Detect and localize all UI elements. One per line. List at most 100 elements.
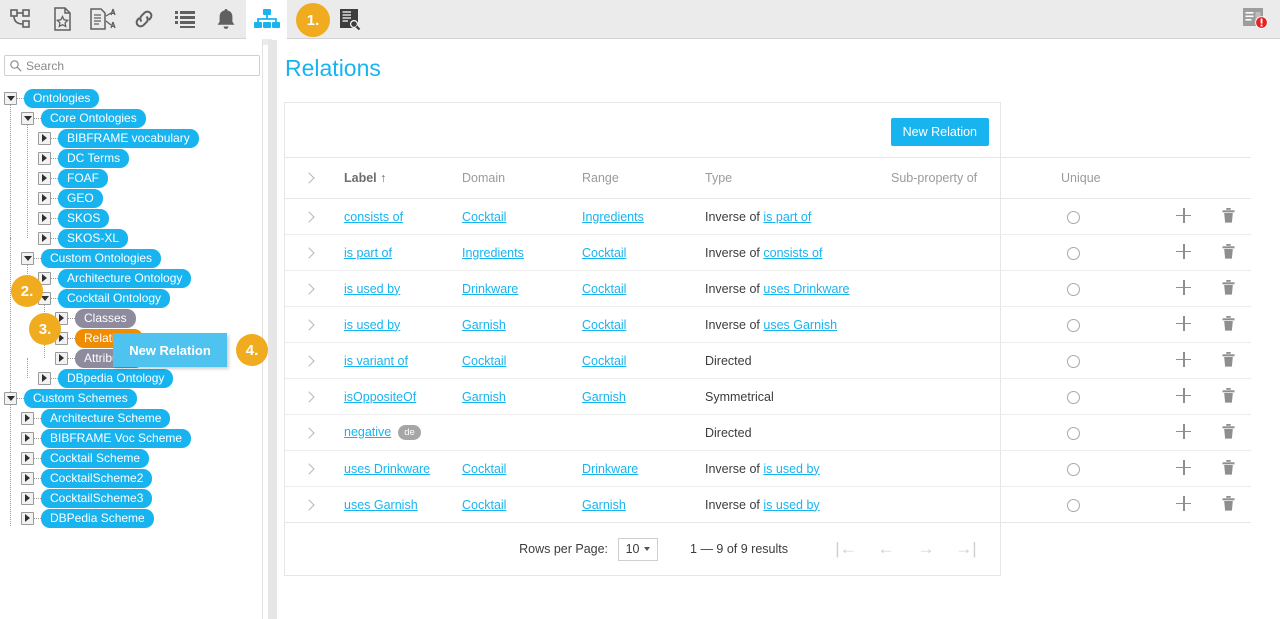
tree-item-cocktailscheme3[interactable]: CocktailScheme3 — [0, 488, 263, 508]
add-icon[interactable] — [1176, 280, 1191, 295]
chevron-right-icon[interactable] — [303, 391, 314, 402]
table-row[interactable]: uses DrinkwareCocktailDrinkwareInverse o… — [285, 451, 1251, 487]
row-expand-cell[interactable] — [285, 343, 332, 379]
tree-item-bibframe-voc-scheme[interactable]: BIBFRAME Voc Scheme — [0, 428, 263, 448]
table-row[interactable]: is part ofIngredientsCocktailInverse of … — [285, 235, 1251, 271]
first-page-button[interactable]: |← — [826, 539, 866, 559]
expand-twisty-icon[interactable] — [21, 412, 34, 425]
row-expand-cell[interactable] — [285, 415, 332, 451]
column-domain[interactable]: Domain — [462, 158, 582, 199]
chevron-right-icon[interactable] — [303, 499, 314, 510]
column-label[interactable]: Label ↑ — [332, 158, 462, 199]
tree-item-architecture-scheme[interactable]: Architecture Scheme — [0, 408, 263, 428]
chevron-right-icon[interactable] — [303, 463, 314, 474]
relation-label-link[interactable]: is variant of — [344, 354, 408, 368]
document-translate-icon-button[interactable] — [82, 0, 123, 39]
expand-twisty-icon[interactable] — [38, 372, 51, 385]
chevron-right-icon[interactable] — [303, 247, 314, 258]
add-icon[interactable] — [1176, 388, 1191, 403]
server-search-icon-button[interactable] — [328, 0, 369, 39]
domain-link[interactable]: Ingredients — [462, 246, 524, 260]
document-star-icon-button[interactable] — [41, 0, 82, 39]
trash-icon[interactable] — [1222, 388, 1235, 403]
trash-icon[interactable] — [1222, 496, 1235, 511]
relation-label-link[interactable]: is used by — [344, 282, 400, 296]
tree-item-core-ontologies[interactable]: Core Ontologies — [0, 108, 263, 128]
trash-icon[interactable] — [1222, 424, 1235, 439]
domain-link[interactable]: Drinkware — [462, 282, 518, 296]
range-link[interactable]: Cocktail — [582, 246, 626, 260]
row-expand-cell[interactable] — [285, 235, 332, 271]
unique-radio[interactable] — [1067, 247, 1080, 260]
add-icon[interactable] — [1176, 316, 1191, 331]
trash-icon[interactable] — [1222, 316, 1235, 331]
unique-radio[interactable] — [1067, 391, 1080, 404]
row-expand-cell[interactable] — [285, 379, 332, 415]
domain-link[interactable]: Cocktail — [462, 354, 506, 368]
tree-item-dc-terms[interactable]: DC Terms — [0, 148, 263, 168]
add-icon[interactable] — [1176, 460, 1191, 475]
expand-twisty-icon[interactable] — [21, 492, 34, 505]
tree-item-dbpedia-scheme[interactable]: DBPedia Scheme — [0, 508, 263, 528]
table-row[interactable]: is used byGarnishCocktailInverse of uses… — [285, 307, 1251, 343]
tree-item-cocktailscheme2[interactable]: CocktailScheme2 — [0, 468, 263, 488]
table-row[interactable]: uses GarnishCocktailGarnishInverse of is… — [285, 487, 1251, 523]
graph-nodes-icon-button[interactable] — [0, 0, 41, 39]
domain-link[interactable]: Cocktail — [462, 210, 506, 224]
chevron-right-icon[interactable] — [303, 319, 314, 330]
hierarchy-icon-button[interactable] — [246, 0, 287, 39]
column-type[interactable]: Type — [705, 158, 891, 199]
tree-item-cocktail-scheme[interactable]: Cocktail Scheme — [0, 448, 263, 468]
table-row[interactable]: is used byDrinkwareCocktailInverse of us… — [285, 271, 1251, 307]
unique-radio[interactable] — [1067, 499, 1080, 512]
relation-label-link[interactable]: uses Drinkware — [344, 462, 430, 476]
inverse-relation-link[interactable]: is part of — [763, 210, 811, 224]
tree-item-ontologies[interactable]: Ontologies — [0, 88, 263, 108]
trash-icon[interactable] — [1222, 460, 1235, 475]
unique-radio[interactable] — [1067, 427, 1080, 440]
inverse-relation-link[interactable]: uses Garnish — [763, 318, 837, 332]
expand-twisty-icon[interactable] — [21, 452, 34, 465]
expand-twisty-icon[interactable] — [21, 512, 34, 525]
range-link[interactable]: Ingredients — [582, 210, 644, 224]
last-page-button[interactable]: →| — [946, 539, 986, 559]
domain-link[interactable]: Garnish — [462, 318, 506, 332]
unique-radio[interactable] — [1067, 463, 1080, 476]
domain-link[interactable]: Garnish — [462, 390, 506, 404]
next-page-button[interactable]: → — [906, 539, 946, 559]
domain-link[interactable]: Cocktail — [462, 498, 506, 512]
expand-twisty-icon[interactable] — [55, 352, 68, 365]
chevron-right-icon[interactable] — [303, 172, 314, 183]
bell-icon-button[interactable] — [205, 0, 246, 39]
tree-item-skos[interactable]: SKOS — [0, 208, 263, 228]
relation-label-link[interactable]: is part of — [344, 246, 392, 260]
expand-twisty-icon[interactable] — [21, 432, 34, 445]
expand-twisty-icon[interactable] — [21, 472, 34, 485]
inverse-relation-link[interactable]: uses Drinkware — [763, 282, 849, 296]
range-link[interactable]: Cocktail — [582, 354, 626, 368]
chevron-right-icon[interactable] — [303, 211, 314, 222]
inverse-relation-link[interactable]: consists of — [763, 246, 822, 260]
trash-icon[interactable] — [1222, 208, 1235, 223]
range-link[interactable]: Garnish — [582, 498, 626, 512]
tree-item-geo[interactable]: GEO — [0, 188, 263, 208]
tree-item-custom-schemes[interactable]: Custom Schemes — [0, 388, 263, 408]
rows-per-page-select[interactable]: 10 — [618, 538, 658, 561]
tree-item-skos-xl[interactable]: SKOS-XL — [0, 228, 263, 248]
collapse-twisty-icon[interactable] — [4, 92, 17, 105]
inverse-relation-link[interactable]: is used by — [763, 498, 819, 512]
expand-twisty-icon[interactable] — [38, 132, 51, 145]
domain-link[interactable]: Cocktail — [462, 462, 506, 476]
tree-item-foaf[interactable]: FOAF — [0, 168, 263, 188]
inverse-relation-link[interactable]: is used by — [763, 462, 819, 476]
expand-twisty-icon[interactable] — [38, 232, 51, 245]
tree-item-dbpedia-ontology[interactable]: DBpedia Ontology — [0, 368, 263, 388]
table-row[interactable]: consists ofCocktailIngredientsInverse of… — [285, 199, 1251, 235]
search-input[interactable]: Search — [4, 55, 260, 76]
column-unique[interactable]: Unique — [1061, 158, 1161, 199]
trash-icon[interactable] — [1222, 280, 1235, 295]
row-expand-cell[interactable] — [285, 271, 332, 307]
collapse-twisty-icon[interactable] — [4, 392, 17, 405]
relation-label-link[interactable]: is used by — [344, 318, 400, 332]
chevron-right-icon[interactable] — [303, 355, 314, 366]
